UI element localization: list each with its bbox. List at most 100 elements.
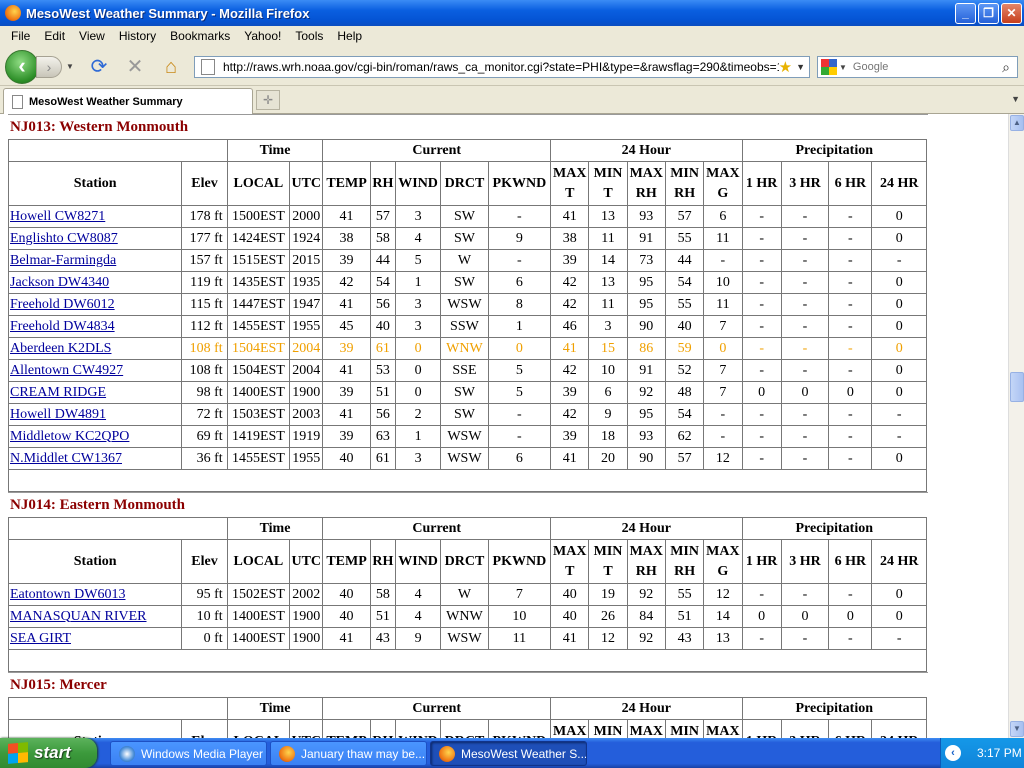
search-input[interactable]	[852, 61, 995, 73]
menu-edit[interactable]: Edit	[44, 29, 65, 43]
tab-mesowest[interactable]: MesoWest Weather Summary	[3, 88, 253, 114]
precip-3hr-cell: 0	[780, 605, 830, 628]
local-cell: 1400EST	[226, 381, 291, 404]
station-link[interactable]: Howell CW8271	[10, 209, 105, 224]
station-link[interactable]: Eatontown DW6013	[10, 587, 125, 602]
max-rh-cell: 90	[626, 447, 666, 470]
scroll-down-icon[interactable]: ▼	[1010, 721, 1024, 737]
station-link[interactable]: Middletow KC2QPO	[10, 429, 129, 444]
min-t-cell: 20	[588, 447, 628, 470]
column-header-precip-24hr: 24 HR	[871, 539, 927, 584]
station-link[interactable]: SEA GIRT	[10, 631, 71, 646]
precip-3hr-cell: -	[780, 359, 830, 382]
pkwnd-cell: 8	[487, 293, 552, 316]
station-row: Eatontown DW6013 95 ft 1502EST 2002 40 58 4 W 7 4…	[7, 583, 927, 606]
history-dropdown-icon[interactable]: ▼	[66, 62, 74, 71]
back-button[interactable]: ‹	[5, 50, 39, 84]
local-cell: 1500EST	[226, 205, 291, 228]
max-t-cell: 46	[550, 315, 590, 338]
column-header-min-t: MIN T	[588, 539, 628, 584]
utc-cell: 1955	[289, 447, 324, 470]
bookmark-star-icon[interactable]: ★	[779, 58, 792, 76]
station-link[interactable]: MANASQUAN RIVER	[10, 609, 147, 624]
station-link[interactable]: Freehold DW6012	[10, 297, 115, 312]
window-titlebar[interactable]: MesoWest Weather Summary - Mozilla Firef…	[0, 0, 1024, 26]
new-tab-button[interactable]: ✛	[256, 90, 280, 110]
menu-tools[interactable]: Tools	[295, 29, 323, 43]
precip-6hr-cell: -	[828, 315, 873, 338]
pkwnd-cell: -	[487, 403, 552, 426]
station-link[interactable]: Howell DW4891	[10, 407, 106, 422]
reload-icon[interactable]: ⟳	[88, 56, 110, 78]
menu-history[interactable]: History	[119, 29, 156, 43]
menu-yahoo[interactable]: Yahoo!	[244, 29, 281, 43]
scroll-up-icon[interactable]: ▲	[1010, 115, 1024, 131]
menu-help[interactable]: Help	[337, 29, 362, 43]
elev-cell: 108 ft	[181, 337, 228, 360]
precip-3hr-cell: -	[780, 227, 830, 250]
tray-expand-icon[interactable]: ‹	[945, 745, 961, 761]
column-header-max-t: MAX T	[550, 719, 590, 738]
home-icon[interactable]: ⌂	[160, 56, 182, 78]
stop-icon[interactable]: ✕	[124, 56, 146, 78]
forward-button[interactable]: ›	[36, 56, 62, 78]
column-header-min-t: MIN T	[588, 161, 628, 206]
menu-view[interactable]: View	[79, 29, 105, 43]
precip-6hr-cell: -	[828, 271, 873, 294]
max-rh-cell: 95	[626, 403, 666, 426]
tab-list-dropdown-icon[interactable]: ▼	[1011, 94, 1020, 104]
wind-cell: 5	[394, 249, 442, 272]
station-link[interactable]: N.Middlet CW1367	[10, 451, 122, 466]
pkwnd-cell: -	[487, 249, 552, 272]
close-button[interactable]: ✕	[1001, 3, 1022, 24]
station-cell: Englishto CW8087	[7, 227, 183, 250]
station-link[interactable]: Freehold DW4834	[10, 319, 115, 334]
station-link[interactable]: Englishto CW8087	[10, 231, 118, 246]
taskbar-item-firefox-article[interactable]: January thaw may be...	[270, 741, 427, 766]
rh-cell: 44	[369, 249, 396, 272]
temp-cell: 40	[322, 583, 371, 606]
utc-cell: 2002	[289, 583, 324, 606]
station-link[interactable]: Allentown CW4927	[10, 363, 123, 378]
precip-3hr-cell: -	[780, 205, 830, 228]
taskbar-item-media-player[interactable]: Windows Media Player	[110, 741, 267, 766]
start-label: start	[34, 743, 71, 762]
drct-cell: WSW	[440, 425, 489, 448]
search-engine-dropdown-icon[interactable]: ▼	[839, 63, 847, 72]
precip-3hr-cell: -	[780, 293, 830, 316]
station-link[interactable]: CREAM RIDGE	[10, 385, 106, 400]
local-cell: 1503EST	[226, 403, 291, 426]
station-link[interactable]: Jackson DW4340	[10, 275, 109, 290]
max-g-cell: 11	[703, 227, 743, 250]
minimize-button[interactable]: _	[955, 3, 976, 24]
start-button[interactable]: start	[0, 738, 97, 768]
scrollbar-thumb[interactable]	[1010, 372, 1024, 402]
utc-cell: 1924	[289, 227, 324, 250]
vertical-scrollbar[interactable]: ▲ ▼	[1008, 114, 1024, 738]
url-dropdown-icon[interactable]: ▼	[796, 62, 805, 72]
page-content[interactable]: NJ013: Western Monmouth Time Current 24 Hou…	[0, 114, 1008, 738]
pkwnd-cell: 10	[487, 605, 552, 628]
window-title: MesoWest Weather Summary - Mozilla Firef…	[26, 5, 310, 21]
section-spacer	[8, 470, 927, 492]
group-header-row: Time Current 24 Hour Precipitation	[8, 517, 927, 540]
google-icon[interactable]	[821, 59, 837, 75]
menu-bookmarks[interactable]: Bookmarks	[170, 29, 230, 43]
url-text[interactable]: http://raws.wrh.noaa.gov/cgi-bin/roman/r…	[223, 60, 779, 74]
maximize-button[interactable]: ❐	[978, 3, 999, 24]
group-header-h24: 24 Hour	[550, 139, 743, 162]
wind-cell: 9	[394, 627, 442, 650]
precip-1hr-cell: -	[741, 315, 782, 338]
column-header-max-rh: MAX RH	[626, 539, 666, 584]
menu-file[interactable]: File	[11, 29, 30, 43]
taskbar-item-firefox-mesowest[interactable]: MesoWest Weather S...	[430, 741, 587, 766]
min-rh-cell: 55	[664, 293, 705, 316]
search-icon[interactable]: ⌕	[995, 59, 1017, 76]
station-link[interactable]: Aberdeen K2DLS	[10, 341, 111, 356]
group-header-precip: Precipitation	[741, 517, 927, 540]
station-link[interactable]: Belmar-Farmingda	[10, 253, 116, 268]
clock[interactable]: 3:17 PM	[977, 746, 1022, 760]
station-row: Allentown CW4927 108 ft 1504EST 2004 41 53 0 SS…	[7, 359, 927, 382]
url-bar[interactable]: http://raws.wrh.noaa.gov/cgi-bin/roman/r…	[194, 56, 810, 78]
search-bar[interactable]: ▼ ⌕	[817, 56, 1018, 78]
